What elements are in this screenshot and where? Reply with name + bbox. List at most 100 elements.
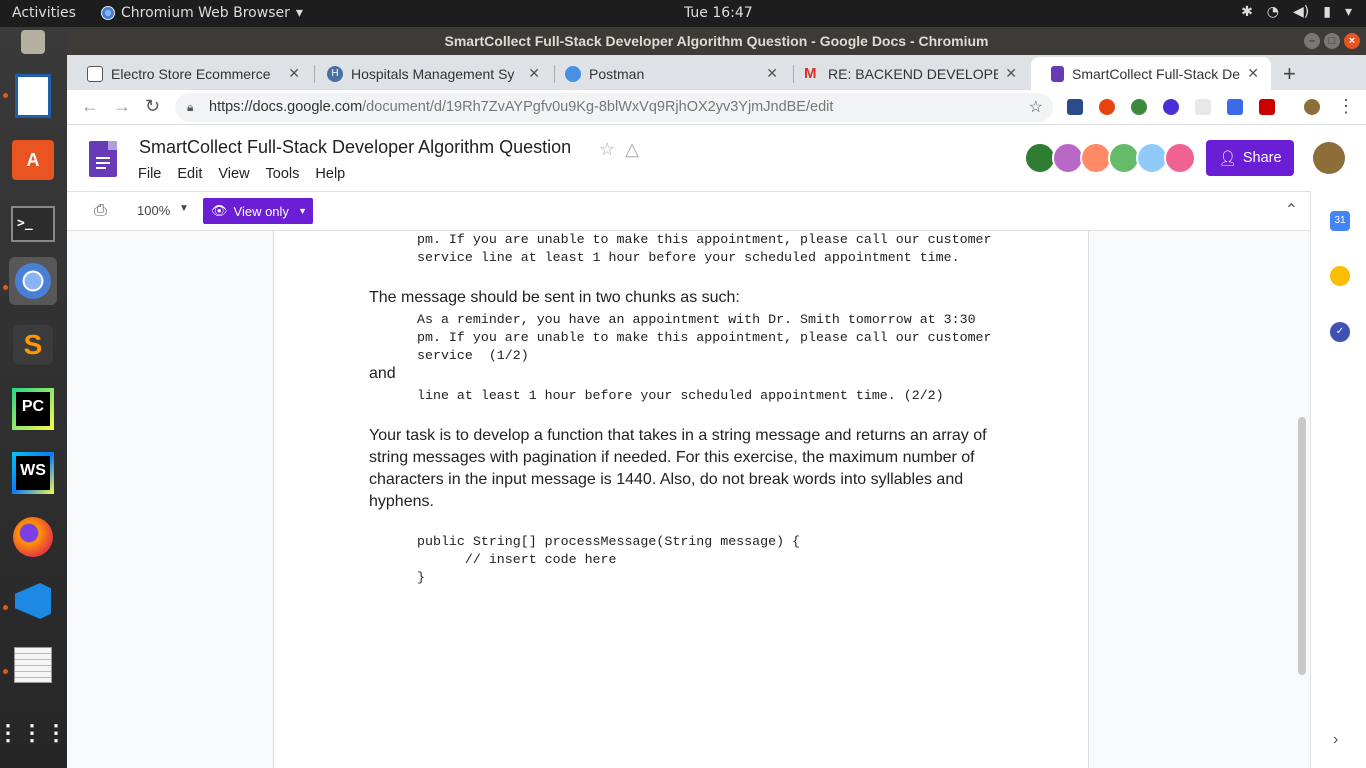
calendar-icon[interactable]: 31	[1330, 211, 1350, 231]
avatar[interactable]	[1164, 142, 1196, 174]
activities-button[interactable]: Activities	[12, 5, 76, 21]
running-indicator	[3, 605, 8, 610]
dock-item-document-viewer[interactable]	[9, 72, 57, 120]
chromium-icon	[101, 6, 115, 20]
menu-file[interactable]: File	[138, 166, 161, 182]
menu-help[interactable]: Help	[315, 166, 345, 182]
google-docs-icon	[1051, 65, 1064, 82]
document-title: SmartCollect Full-Stack Developer Algori…	[139, 137, 572, 157]
menu-view[interactable]: View	[218, 166, 249, 182]
power-menu-icon[interactable]: ▾	[1345, 4, 1352, 20]
eye-icon: 👁︎	[211, 203, 228, 218]
vertical-scrollbar[interactable]	[1298, 417, 1306, 675]
close-tab-icon[interactable]: ✕	[766, 65, 778, 82]
close-tab-icon[interactable]: ✕	[528, 65, 540, 82]
show-applications-button[interactable]: ⋮⋮⋮	[0, 709, 67, 757]
wifi-icon[interactable]: ◔	[1267, 4, 1279, 20]
maximize-icon[interactable]: □	[1324, 33, 1340, 49]
extension-icon[interactable]	[1195, 99, 1211, 115]
new-tab-button[interactable]: +	[1283, 61, 1296, 87]
back-arrow-icon[interactable]: ←	[81, 96, 99, 117]
globe-icon	[565, 65, 581, 82]
minimize-icon[interactable]: –	[1304, 33, 1320, 49]
close-tab-icon[interactable]: ✕	[1005, 65, 1017, 82]
title-actions: ☆ △	[599, 139, 639, 160]
dock-item-sublime-text[interactable]: S	[9, 321, 57, 369]
battery-icon[interactable]: ▮	[1323, 4, 1331, 20]
tab-strip: Electro Store Ecommerce ✕ H Hospitals Ma…	[67, 55, 1366, 90]
code-line: service (1/2)	[417, 348, 529, 363]
kebab-menu-icon[interactable]: ⋮	[1337, 96, 1355, 117]
code-line: pm. If you are unable to make this appoi…	[417, 330, 992, 345]
page-icon	[87, 65, 103, 82]
calendar-icon-label: 31	[1334, 215, 1346, 226]
tab-gmail[interactable]: M RE: BACKEND DEVELOPE ✕	[784, 57, 1029, 90]
tab-electro-store[interactable]: Electro Store Ecommerce ✕	[67, 57, 312, 90]
tab-label: SmartCollect Full-Stack De	[1072, 65, 1241, 82]
reload-icon[interactable]: ↻	[145, 96, 160, 117]
close-tab-icon[interactable]: ✕	[288, 65, 300, 82]
extension-icon[interactable]	[1099, 99, 1115, 115]
print-icon[interactable]: ⎙	[94, 202, 107, 220]
code-line: service line at least 1 hour before your…	[417, 250, 960, 265]
tab-hospitals-management[interactable]: H Hospitals Management Sy ✕	[307, 57, 552, 90]
clock[interactable]: Tue 16:47	[684, 5, 753, 21]
extension-icon[interactable]	[1131, 99, 1147, 115]
chevron-down-icon[interactable]: ▼	[179, 203, 189, 214]
view-only-mode-button[interactable]: 👁︎ View only ▼	[203, 198, 313, 224]
volume-icon[interactable]: ◀)	[1293, 4, 1309, 20]
pycharm-icon: PC	[12, 388, 54, 430]
share-button[interactable]: 👤︎ Share	[1206, 140, 1294, 176]
dock-item-vscode[interactable]	[9, 577, 57, 625]
dock-item-text-editor[interactable]	[9, 641, 57, 689]
code-line: As a reminder, you have an appointment w…	[417, 312, 976, 327]
account-avatar[interactable]	[1313, 142, 1345, 174]
collapse-header-icon[interactable]: ⌃	[1285, 200, 1298, 220]
dock-item-webstorm[interactable]: WS	[9, 449, 57, 497]
url-host: https://docs.google.com	[209, 99, 363, 115]
document-canvas: pm. If you are unable to make this appoi…	[67, 231, 1310, 768]
h-logo-icon: H	[327, 65, 343, 82]
document-page: pm. If you are unable to make this appoi…	[273, 231, 1089, 768]
app-menu[interactable]: Chromium Web Browser ▾	[101, 5, 303, 21]
code-line: // insert code here	[417, 552, 617, 567]
star-icon[interactable]: ☆	[599, 139, 615, 160]
code-line: pm. If you are unable to make this appoi…	[417, 232, 992, 247]
address-bar[interactable]: 🔒︎ https://docs.google.com/document/d/19…	[175, 93, 1053, 122]
extension-icon[interactable]	[1227, 99, 1243, 115]
tab-smartcollect-doc[interactable]: SmartCollect Full-Stack De ✕	[1031, 57, 1271, 90]
code-line: line at least 1 hour before your schedul…	[417, 388, 944, 403]
forward-arrow-icon[interactable]: →	[113, 96, 131, 117]
google-docs-logo[interactable]	[89, 141, 117, 177]
keep-icon[interactable]	[1330, 266, 1350, 286]
tab-postman[interactable]: Postman ✕	[545, 57, 790, 90]
bluetooth-icon[interactable]: ✱	[1241, 4, 1253, 20]
profile-avatar[interactable]	[1304, 99, 1320, 115]
zoom-select[interactable]: 100%	[137, 203, 170, 218]
dock-item-terminal[interactable]: >_	[9, 200, 57, 248]
system-tray[interactable]: ✱ ◔ ◀) ▮ ▾	[1241, 4, 1352, 20]
cors-extension-icon[interactable]	[1259, 99, 1275, 115]
dock-item-firefox[interactable]	[9, 513, 57, 561]
chevron-right-icon[interactable]: ›	[1333, 731, 1338, 749]
bookmark-star-icon[interactable]: ☆	[1029, 93, 1043, 122]
grid-icon: ⋮⋮⋮	[0, 720, 69, 745]
dock-item-disks[interactable]	[9, 27, 57, 57]
close-tab-icon[interactable]: ✕	[1247, 65, 1259, 82]
tasks-icon[interactable]: ✓	[1330, 322, 1350, 342]
person-icon: 👤︎	[1218, 150, 1237, 167]
app-menu-label: Chromium Web Browser	[121, 5, 290, 21]
menu-tools[interactable]: Tools	[266, 166, 300, 182]
code-line: public String[] processMessage(String me…	[417, 534, 801, 549]
tab-label: Electro Store Ecommerce	[111, 65, 271, 82]
extension-icon[interactable]	[1067, 99, 1083, 115]
dock-item-software-center[interactable]: A	[9, 136, 57, 184]
menu-edit[interactable]: Edit	[177, 166, 202, 182]
dock-item-pycharm[interactable]: PC	[9, 385, 57, 433]
close-icon[interactable]: ×	[1344, 33, 1360, 49]
extension-icon[interactable]	[1163, 99, 1179, 115]
add-to-drive-icon[interactable]: △	[625, 139, 639, 160]
lock-icon: 🔒︎	[187, 100, 194, 114]
running-indicator	[3, 93, 8, 98]
dock-item-chromium[interactable]	[9, 257, 57, 305]
